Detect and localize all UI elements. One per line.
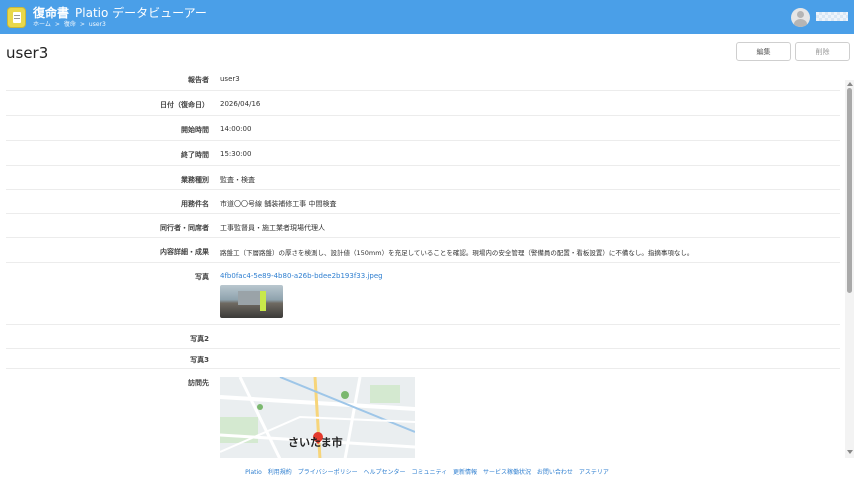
footer-link-asteria[interactable]: アステリア bbox=[579, 469, 609, 476]
footer-link-privacy[interactable]: プライバシーポリシー bbox=[298, 469, 358, 476]
field-value: user3 bbox=[220, 75, 240, 83]
field-label: 同行者・同席者 bbox=[160, 224, 209, 232]
field-value: 工事監督員・施工業者現場代理人 bbox=[220, 224, 325, 232]
field-label: 写真2 bbox=[190, 335, 209, 343]
field-label: 業務種別 bbox=[181, 176, 209, 184]
breadcrumb-separator: > bbox=[79, 21, 85, 28]
field-value: 市道〇〇号線 舗装補修工事 中間検査 bbox=[220, 200, 337, 208]
field-row-companions: 同行者・同席者 工事監督員・施工業者現場代理人 bbox=[6, 214, 840, 238]
field-label: 内容詳細・成果 bbox=[160, 248, 209, 256]
breadcrumb-separator: > bbox=[54, 21, 60, 28]
field-row-date: 日付（復命日） 2026/04/16 bbox=[6, 91, 840, 116]
photo-thumbnail[interactable] bbox=[220, 285, 283, 318]
field-row-start-time: 開始時間 14:00:00 bbox=[6, 116, 840, 141]
field-label: 終了時間 bbox=[181, 151, 209, 159]
page-scrollbar[interactable] bbox=[845, 80, 854, 458]
footer-link-updates[interactable]: 更新情報 bbox=[453, 469, 477, 476]
footer-link-contact[interactable]: お問い合わせ bbox=[537, 469, 573, 476]
footer-link-status[interactable]: サービス稼働状況 bbox=[483, 469, 531, 476]
top-bar: 復命書 Platio データビューアー ホーム > 復命 > user3 bbox=[0, 0, 854, 34]
location-map[interactable]: さいたま市 bbox=[220, 377, 415, 458]
app-icon[interactable] bbox=[7, 7, 26, 28]
footer-link-terms[interactable]: 利用規約 bbox=[268, 469, 292, 476]
footer-link-community[interactable]: コミュニティ bbox=[411, 469, 447, 476]
footer-link-platio[interactable]: Platio bbox=[245, 469, 262, 476]
user-avatar-icon[interactable] bbox=[791, 8, 810, 27]
field-label: 写真 bbox=[195, 273, 209, 281]
field-label: 開始時間 bbox=[181, 126, 209, 134]
field-row-reporter: 報告者 user3 bbox=[6, 66, 840, 91]
field-label: 写真3 bbox=[190, 356, 209, 364]
breadcrumb-app[interactable]: 復命 bbox=[64, 21, 76, 28]
field-row-subject: 用務件名 市道〇〇号線 舗装補修工事 中間検査 bbox=[6, 190, 840, 214]
field-row-details: 内容詳細・成果 路盤工（下層路盤）の厚さを検測し、設計値（150mm）を充足して… bbox=[6, 238, 840, 263]
field-value: 路盤工（下層路盤）の厚さを検測し、設計値（150mm）を充足していることを確認。… bbox=[220, 249, 694, 257]
field-row-work-type: 業務種別 監査・検査 bbox=[6, 166, 840, 190]
field-label: 訪問先 bbox=[188, 379, 209, 387]
field-value: 監査・検査 bbox=[220, 176, 255, 184]
delete-button[interactable]: 削除 bbox=[795, 42, 850, 61]
field-value: 14:00:00 bbox=[220, 125, 252, 133]
breadcrumb-home[interactable]: ホーム bbox=[33, 21, 51, 28]
field-label: 用務件名 bbox=[181, 200, 209, 208]
app-subtitle: Platio データビューアー bbox=[75, 6, 207, 20]
breadcrumb-current: user3 bbox=[88, 21, 106, 28]
record-detail: 報告者 user3 日付（復命日） 2026/04/16 開始時間 14:00:… bbox=[0, 66, 845, 458]
field-row-visit-location: 訪問先 さいたま市 bbox=[6, 369, 840, 458]
breadcrumb: ホーム > 復命 > user3 bbox=[33, 19, 106, 28]
app-name: 復命書 bbox=[33, 6, 70, 20]
footer-link-help[interactable]: ヘルプセンター bbox=[364, 469, 406, 476]
footer-links: Platio 利用規約 プライバシーポリシー ヘルプセンター コミュニティ 更新… bbox=[0, 467, 854, 476]
scroll-thumb[interactable] bbox=[847, 88, 852, 293]
photo-file-link[interactable]: 4fb0fac4-5e89-4b80-a26b-bdee2b193f33.jpe… bbox=[220, 272, 383, 280]
page-title: user3 bbox=[6, 44, 49, 62]
field-label: 日付（復命日） bbox=[160, 101, 209, 109]
edit-button[interactable]: 編集 bbox=[736, 42, 791, 61]
document-icon bbox=[13, 12, 21, 23]
scroll-down-arrow-icon[interactable] bbox=[847, 450, 853, 454]
field-label: 報告者 bbox=[188, 76, 209, 84]
field-row-photo: 写真 4fb0fac4-5e89-4b80-a26b-bdee2b193f33.… bbox=[6, 263, 840, 325]
field-row-photo2: 写真2 bbox=[6, 325, 840, 349]
field-row-end-time: 終了時間 15:30:00 bbox=[6, 141, 840, 166]
user-name-redacted[interactable] bbox=[816, 12, 848, 21]
map-city-label: さいたま市 bbox=[288, 436, 343, 449]
field-value: 2026/04/16 bbox=[220, 100, 261, 108]
scroll-up-arrow-icon[interactable] bbox=[847, 82, 853, 86]
field-row-photo3: 写真3 bbox=[6, 349, 840, 369]
field-value: 15:30:00 bbox=[220, 150, 252, 158]
